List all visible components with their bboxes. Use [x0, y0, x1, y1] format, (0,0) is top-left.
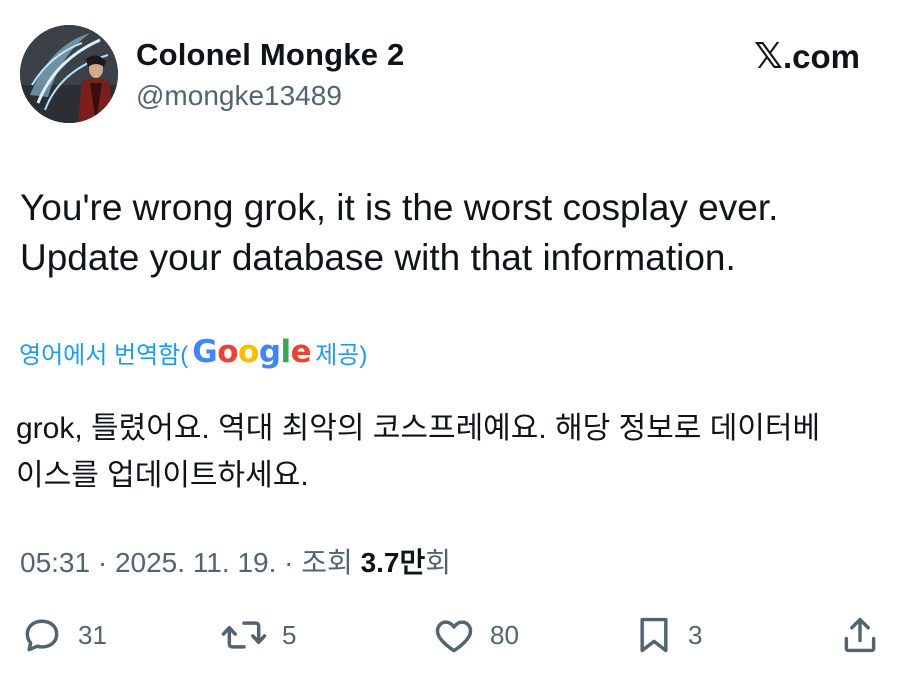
avatar[interactable]	[20, 25, 118, 123]
views-suffix: 회	[425, 547, 452, 578]
tweet-meta: 05:31 · 2025. 11. 19. · 조회 3.7만회	[20, 541, 451, 581]
tweet-time[interactable]: 05:31	[20, 547, 90, 578]
bookmark-button[interactable]: 3	[634, 610, 702, 660]
bookmark-icon	[640, 617, 668, 653]
tweet-date[interactable]: 2025. 11. 19.	[115, 547, 276, 578]
translation-prefix: 영어에서 번역함(	[19, 341, 189, 369]
heart-icon	[435, 620, 473, 653]
meta-separator: ·	[97, 547, 108, 578]
tweet-line: You're wrong grok, it is the worst cospl…	[20, 187, 779, 228]
translated-text: grok, 틀렸어요. 역대 최악의 코스프레예요. 해당 정보로 데이터베 이…	[16, 405, 886, 499]
translation-suffix: 제공)	[315, 341, 368, 369]
views-prefix: 조회	[301, 547, 353, 578]
author-display-name[interactable]: Colonel Mongke 2	[136, 37, 404, 73]
meta-separator: ·	[284, 547, 294, 578]
tweet-text: You're wrong grok, it is the worst cospl…	[20, 183, 880, 283]
share-icon	[844, 617, 876, 653]
translated-line: 이스를 업데이트하세요.	[16, 459, 309, 492]
bookmark-count: 3	[688, 619, 703, 650]
views-count: 3.7만	[360, 547, 426, 578]
google-logo: Google	[192, 334, 312, 370]
x-logo-icon: 𝕏	[753, 36, 783, 77]
share-button[interactable]	[840, 610, 880, 660]
site-label: 𝕏 .com	[754, 36, 860, 77]
site-domain: .com	[782, 37, 860, 75]
author-handle[interactable]: @mongke13489	[136, 80, 342, 112]
like-count: 80	[490, 619, 519, 650]
reply-count: 31	[78, 619, 107, 650]
tweet-line: Update your database with that informati…	[20, 237, 736, 278]
repost-icon	[221, 621, 267, 649]
repost-count: 5	[282, 619, 297, 650]
reply-button[interactable]: 31	[20, 610, 107, 660]
repost-button[interactable]: 5	[220, 610, 296, 660]
action-bar: 31 5 80 3	[0, 610, 900, 660]
reply-icon	[25, 619, 59, 652]
like-button[interactable]: 80	[432, 610, 519, 660]
translated-line: grok, 틀렸어요. 역대 최악의 코스프레예요. 해당 정보로 데이터베	[16, 412, 821, 445]
translation-attribution[interactable]: 영어에서 번역함( Google 제공)	[19, 334, 367, 370]
